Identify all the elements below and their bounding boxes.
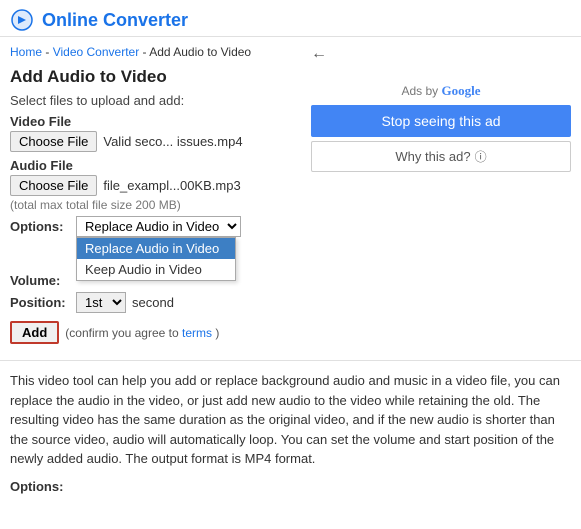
description-paragraph: This video tool can help you add or repl… <box>10 371 571 469</box>
options-row: Options: Replace Audio in Video Keep Aud… <box>10 216 301 237</box>
why-this-ad-button[interactable]: Why this ad? ⓘ <box>311 141 571 172</box>
options-dropdown-menu: Replace Audio in Video Keep Audio in Vid… <box>76 237 236 281</box>
breadcrumb-video-converter[interactable]: Video Converter <box>53 45 140 59</box>
add-button[interactable]: Add <box>10 321 59 344</box>
position-select[interactable]: 1st 2nd 3rd <box>76 292 126 313</box>
audio-choose-file-button[interactable]: Choose File <box>10 175 97 196</box>
confirm-text: (confirm you agree to terms ) <box>65 326 219 340</box>
app-title: Online Converter <box>42 10 188 31</box>
breadcrumb: Home - Video Converter - Add Audio to Vi… <box>10 45 301 59</box>
description-area: This video tool can help you add or repl… <box>0 360 581 506</box>
stop-seeing-ad-button[interactable]: Stop seeing this ad <box>311 105 571 137</box>
google-label: Google <box>442 83 481 98</box>
ad-panel: ← Ads by Google Stop seeing this ad Why … <box>311 45 571 344</box>
app-logo-icon <box>10 8 34 32</box>
ads-by-google: Ads by Google <box>311 83 571 99</box>
terms-link[interactable]: terms <box>182 326 212 340</box>
breadcrumb-home[interactable]: Home <box>10 45 42 59</box>
audio-file-label: Audio File <box>10 158 301 173</box>
video-filename: Valid seco... issues.mp4 <box>103 134 242 149</box>
video-file-label: Video File <box>10 114 301 129</box>
options-select[interactable]: Replace Audio in Video Keep Audio in Vid… <box>76 216 241 237</box>
file-size-note: (total max total file size 200 MB) <box>10 198 301 212</box>
audio-file-row: Choose File file_exampl...00KB.mp3 <box>10 175 301 196</box>
options-label: Options: <box>10 219 70 234</box>
select-files-label: Select files to upload and add: <box>10 93 301 108</box>
audio-filename: file_exampl...00KB.mp3 <box>103 178 240 193</box>
why-ad-label: Why this ad? <box>395 149 470 164</box>
dropdown-item-keep[interactable]: Keep Audio in Video <box>77 259 235 280</box>
page-title: Add Audio to Video <box>10 67 301 87</box>
position-label: Position: <box>10 295 70 310</box>
main-layout: Home - Video Converter - Add Audio to Vi… <box>0 37 581 352</box>
back-arrow-icon[interactable]: ← <box>311 45 571 63</box>
position-row: Position: 1st 2nd 3rd second <box>10 292 301 313</box>
video-file-row: Choose File Valid seco... issues.mp4 <box>10 131 301 152</box>
breadcrumb-current: Add Audio to Video <box>149 45 251 59</box>
left-panel: Home - Video Converter - Add Audio to Vi… <box>10 45 301 344</box>
info-icon: ⓘ <box>475 148 487 165</box>
add-row: Add (confirm you agree to terms ) <box>10 321 301 344</box>
options-dropdown-container: Replace Audio in Video Keep Audio in Vid… <box>76 216 241 237</box>
app-header: Online Converter <box>0 0 581 37</box>
dropdown-item-replace[interactable]: Replace Audio in Video <box>77 238 235 259</box>
video-choose-file-button[interactable]: Choose File <box>10 131 97 152</box>
options-footer: Options: <box>10 477 571 497</box>
volume-label: Volume: <box>10 273 70 288</box>
second-label: second <box>132 295 174 310</box>
